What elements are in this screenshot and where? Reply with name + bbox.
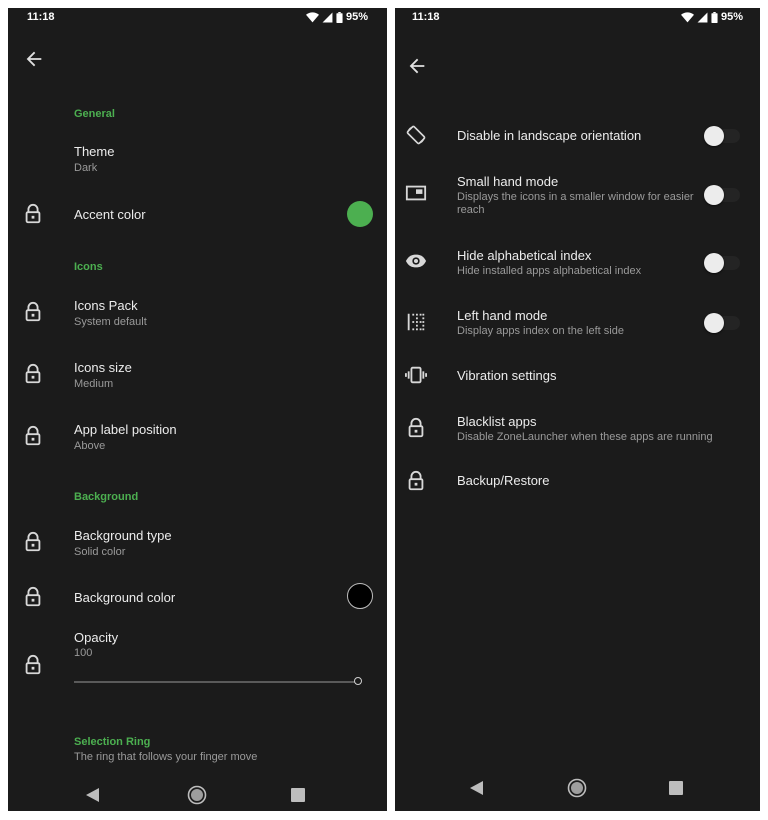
background-color-swatch[interactable] [347,583,373,609]
lock-icon [25,586,41,607]
lock-icon [408,470,424,491]
border-left-icon [407,313,425,331]
nav-home-button[interactable] [567,778,587,803]
pref-summary: Hide installed apps alphabetical index [457,265,642,277]
nav-back-button[interactable] [470,781,484,800]
pref-summary: System default [74,316,147,328]
back-arrow-icon[interactable] [23,48,45,70]
nav-back-icon [86,788,99,802]
opacity-slider[interactable] [74,677,362,685]
pref-title: Blacklist apps [457,414,537,429]
pref-hide-alphabetical-index[interactable]: Hide alphabetical index Hide installed a… [395,246,760,282]
pref-title: Hide alphabetical index [457,248,592,263]
navigation-bar [395,775,760,811]
pref-summary: Medium [74,378,114,390]
pref-left-hand-mode[interactable]: Left hand mode Display apps index on the… [395,306,760,342]
lock-icon [25,531,41,552]
lock-icon [25,654,41,675]
slider-thumb[interactable] [354,677,362,685]
battery-icon [711,11,718,23]
settings-screen-behavior: 11:18 95% Disable in landscape orientati… [395,8,760,811]
nav-home-icon [187,785,207,805]
landscape-toggle[interactable] [704,126,740,146]
accent-color-swatch[interactable] [347,201,373,227]
back-arrow-icon[interactable] [406,55,428,77]
pref-accent-color[interactable]: Accent color [8,198,387,230]
wifi-icon [680,11,694,22]
hide-index-toggle[interactable] [704,253,740,273]
category-selection-ring: Selection Ring [74,736,151,748]
signal-icon [697,12,708,22]
category-icons: Icons [74,261,103,273]
vibration-icon [405,366,427,384]
screen-rotation-icon [406,125,426,145]
selection-ring-description: The ring that follows your finger move [74,751,258,763]
nav-recents-icon [669,781,683,795]
lock-icon [25,203,41,224]
signal-icon [322,12,333,22]
pref-title: Left hand mode [457,308,548,323]
pref-title: Accent color [74,207,146,222]
pref-summary: Displays the icons in a smaller window f… [457,191,694,216]
pref-background-type[interactable]: Background type Solid color [8,525,387,570]
pref-title: Icons Pack [74,298,138,313]
pref-theme[interactable]: Theme Dark [8,140,387,185]
lock-icon [25,425,41,446]
status-bar: 11:18 95% [8,8,387,30]
picture-in-picture-icon [405,185,427,201]
nav-home-button[interactable] [187,785,207,810]
nav-home-icon [567,778,587,798]
pref-title: Background color [74,590,176,605]
pref-summary: Solid color [74,546,126,558]
nav-back-icon [470,781,483,795]
pref-title: Backup/Restore [457,473,550,488]
pref-title: Background type [74,528,172,543]
pref-summary: Disable ZoneLauncher when these apps are… [457,431,713,443]
navigation-bar [8,775,387,811]
category-background: Background [74,491,139,503]
battery-icon [336,11,343,23]
pref-title: Vibration settings [457,368,557,383]
small-hand-mode-toggle[interactable] [704,185,740,205]
nav-back-button[interactable] [86,788,100,807]
pref-title: Theme [74,144,115,159]
pref-backup-restore[interactable]: Backup/Restore [395,468,760,494]
pref-title: App label position [74,422,177,437]
nav-recents-icon [291,788,305,802]
battery-percent: 95% [720,11,743,23]
pref-title: Opacity [74,630,119,645]
status-time: 11:18 [27,11,55,23]
wifi-icon [305,11,319,22]
pref-summary: Display apps index on the left side [457,325,624,337]
pref-title: Disable in landscape orientation [457,128,642,143]
pref-small-hand-mode[interactable]: Small hand mode Displays the icons in a … [395,172,760,222]
pref-blacklist-apps[interactable]: Blacklist apps Disable ZoneLauncher when… [395,411,760,447]
nav-recents-button[interactable] [291,788,305,807]
battery-percent: 95% [345,11,368,23]
pref-icons-size[interactable]: Icons size Medium [8,357,387,402]
lock-icon [25,363,41,384]
pref-app-label-position[interactable]: App label position Above [8,419,387,464]
eye-icon [405,254,427,268]
pref-background-color[interactable]: Background color [8,581,387,613]
pref-summary: Above [74,440,106,452]
pref-disable-landscape[interactable]: Disable in landscape orientation [395,120,760,150]
category-general: General [74,108,115,120]
pref-opacity: Opacity 100 [8,628,387,692]
pref-vibration-settings[interactable]: Vibration settings [395,363,760,389]
nav-recents-button[interactable] [669,781,683,800]
lock-icon [408,417,424,438]
lock-icon [25,301,41,322]
pref-icons-pack[interactable]: Icons Pack System default [8,295,387,340]
pref-title: Small hand mode [457,174,559,189]
pref-summary: 100 [74,647,93,659]
left-hand-mode-toggle[interactable] [704,313,740,333]
pref-summary: Dark [74,162,98,174]
status-bar: 11:18 95% [395,8,760,30]
settings-screen-appearance: 11:18 95% General Theme Dark Accent colo… [8,8,387,811]
pref-title: Icons size [74,360,132,375]
status-time: 11:18 [412,11,440,23]
